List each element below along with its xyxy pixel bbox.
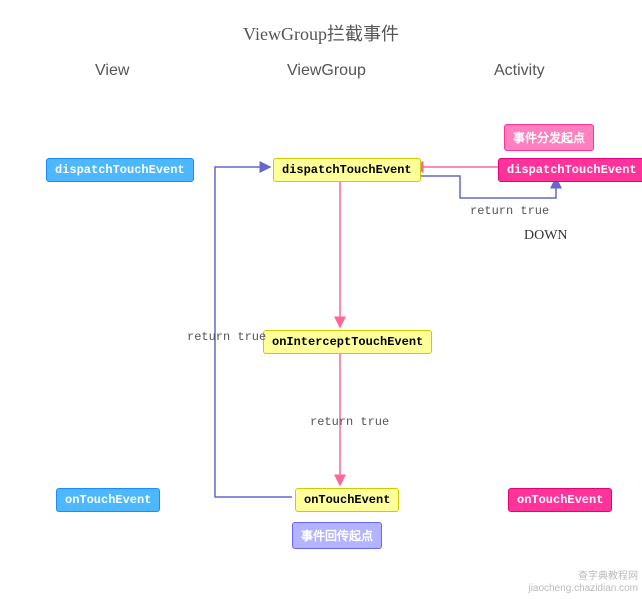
watermark-line1: 查字典教程网 (578, 571, 638, 582)
node-act-start: 事件分发起点 (504, 124, 594, 151)
col-header-view: View (95, 62, 129, 80)
node-act-dispatch: dispatchTouchEvent (498, 158, 642, 182)
col-header-activity: Activity (494, 62, 545, 80)
node-view-ontouch: onTouchEvent (56, 488, 160, 512)
node-act-ontouch: onTouchEvent (508, 488, 612, 512)
label-return-true-left: return true (187, 330, 266, 344)
diagram-title: ViewGroup拦截事件 (0, 20, 642, 46)
watermark-line2: jiaocheng.chazidian.com (528, 583, 638, 594)
label-return-true-mid: return true (310, 415, 389, 429)
label-return-true-top: return true (470, 204, 549, 218)
node-vg-intercept: onInterceptTouchEvent (263, 330, 432, 354)
node-vg-ontouch: onTouchEvent (295, 488, 399, 512)
node-vg-end: 事件回传起点 (292, 522, 382, 549)
label-down: DOWN (524, 228, 568, 244)
node-vg-dispatch: dispatchTouchEvent (273, 158, 421, 182)
watermark: 查字典教程网 jiaocheng.chazidian.com (528, 571, 638, 595)
col-header-viewgroup: ViewGroup (287, 62, 366, 80)
node-view-dispatch: dispatchTouchEvent (46, 158, 194, 182)
